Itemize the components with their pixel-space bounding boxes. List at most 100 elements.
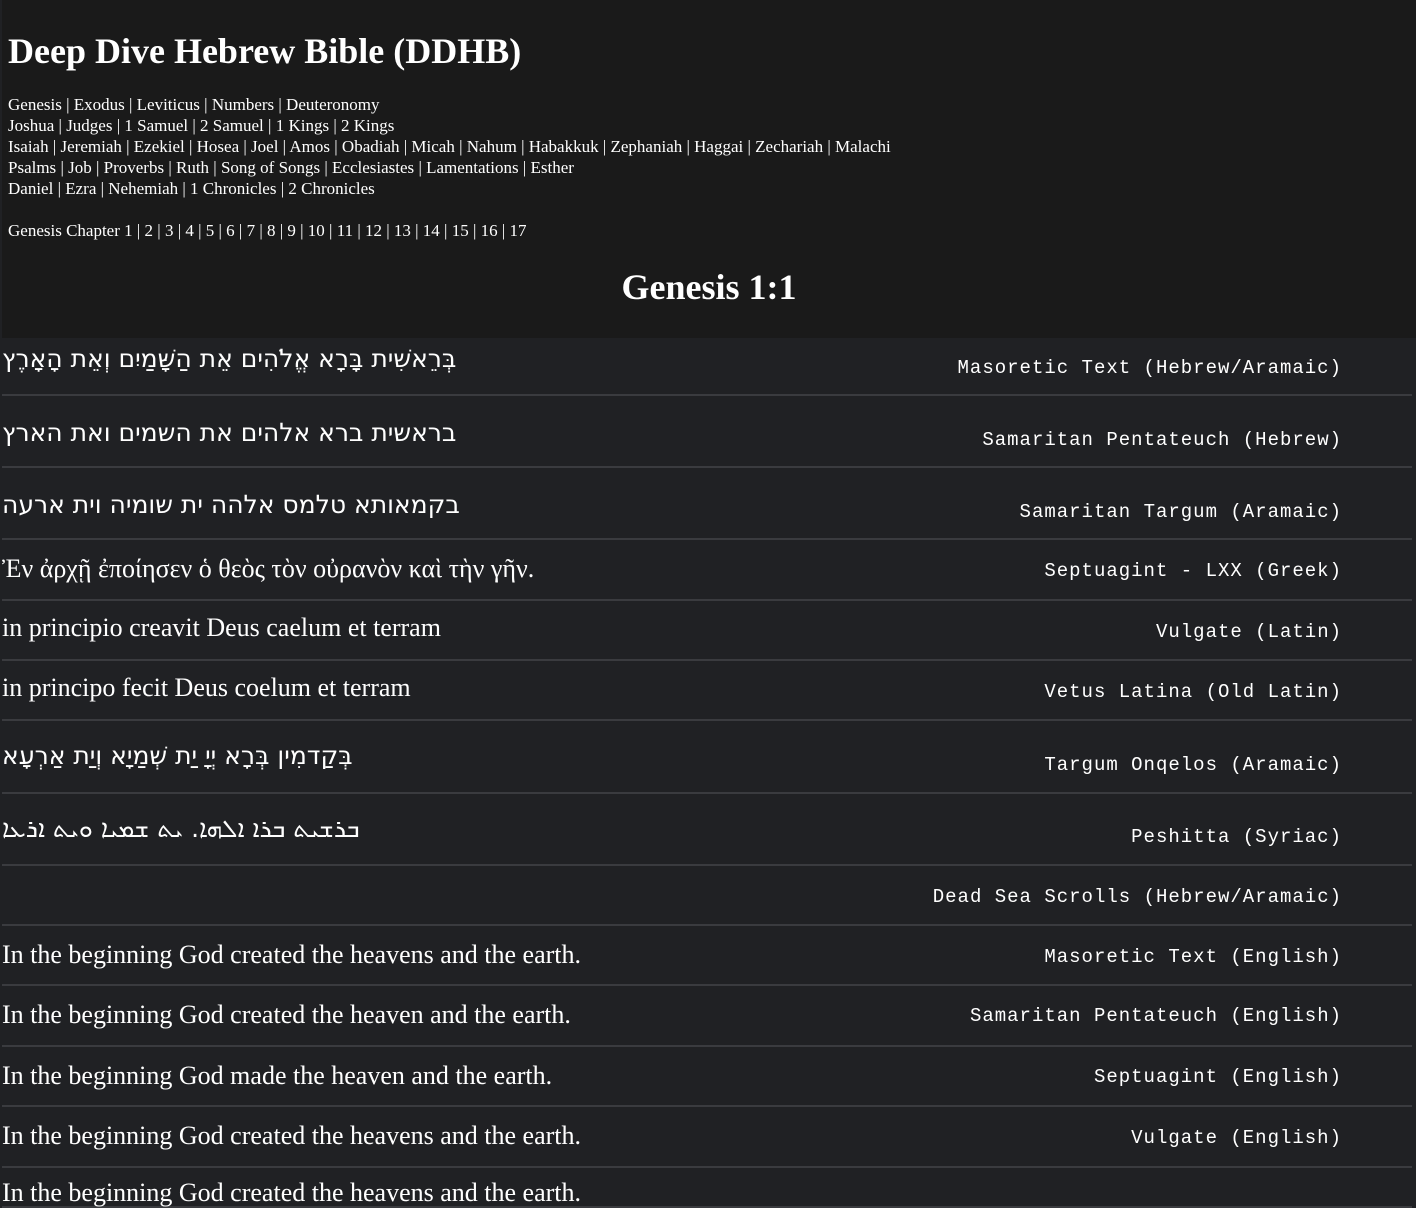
chapter-link-13[interactable]: 13	[394, 221, 411, 240]
version-label: Peshitta (Syriac)	[1131, 826, 1342, 848]
book-nav-line: Genesis | Exodus | Leviticus | Numbers |…	[8, 94, 891, 115]
book-link-1-kings[interactable]: 1 Kings	[276, 116, 329, 135]
nav-separator: |	[178, 179, 191, 198]
book-link-isaiah[interactable]: Isaiah	[8, 137, 49, 156]
book-link-job[interactable]: Job	[68, 158, 92, 177]
version-label: Dead Sea Scrolls (Hebrew/Aramaic)	[932, 886, 1342, 908]
chapter-link-6[interactable]: 6	[226, 221, 235, 240]
nav-separator: |	[295, 221, 308, 240]
book-link-2-chronicles[interactable]: 2 Chronicles	[288, 179, 374, 198]
chapter-link-16[interactable]: 16	[481, 221, 498, 240]
version-row: In the beginning God created the heavens…	[2, 1168, 1412, 1208]
book-link-song-of-songs[interactable]: Song of Songs	[221, 158, 320, 177]
book-link-1-samuel[interactable]: 1 Samuel	[124, 116, 188, 135]
chapter-link-10[interactable]: 10	[308, 221, 325, 240]
book-link-amos[interactable]: Amos	[289, 137, 330, 156]
verse-text: Ἐν ἀρχῇ ἐποίησεν ὁ θεὸς τὸν οὐρανὸν καὶ …	[2, 554, 535, 583]
book-link-deuteronomy[interactable]: Deuteronomy	[286, 95, 379, 114]
book-link-ecclesiastes[interactable]: Ecclesiastes	[332, 158, 414, 177]
nav-separator: |	[468, 221, 481, 240]
nav-separator: |	[324, 221, 337, 240]
nav-separator: |	[598, 137, 611, 156]
nav-separator: |	[414, 158, 427, 177]
book-link-jeremiah[interactable]: Jeremiah	[61, 137, 122, 156]
version-row: ܒܪܫܝܬ ܒܪܐ ܐܠܗܐ. ܝܬ ܫܡܝܐ ܘܝܬ ܐܪܥܐ Peshitta…	[2, 794, 1412, 866]
verse-text: In the beginning God made the heaven and…	[2, 1061, 553, 1090]
book-link-esther[interactable]: Esther	[531, 158, 574, 177]
nav-separator: |	[454, 137, 467, 156]
chapter-link-15[interactable]: 15	[452, 221, 469, 240]
book-link-micah[interactable]: Micah	[411, 137, 454, 156]
book-link-nehemiah[interactable]: Nehemiah	[108, 179, 178, 198]
book-link-exodus[interactable]: Exodus	[74, 95, 125, 114]
chapter-link-4[interactable]: 4	[185, 221, 194, 240]
book-link-obadiah[interactable]: Obadiah	[342, 137, 400, 156]
book-nav-line: Daniel | Ezra | Nehemiah | 1 Chronicles …	[8, 178, 891, 199]
chapter-nav-prefix: Genesis Chapter	[8, 221, 120, 240]
book-link-leviticus[interactable]: Leviticus	[137, 95, 200, 114]
book-link-zephaniah[interactable]: Zephaniah	[611, 137, 683, 156]
chapter-link-14[interactable]: 14	[423, 221, 440, 240]
book-link-2-kings[interactable]: 2 Kings	[341, 116, 394, 135]
book-link-2-samuel[interactable]: 2 Samuel	[200, 116, 264, 135]
nav-separator: |	[399, 137, 412, 156]
nav-separator: |	[184, 137, 197, 156]
version-row: In the beginning God created the heavens…	[2, 1107, 1412, 1168]
nav-separator: |	[96, 179, 109, 198]
book-link-numbers[interactable]: Numbers	[212, 95, 274, 114]
nav-separator: |	[48, 137, 61, 156]
version-row: בראשית ברא אלהים את השמים ואת הארץ Samari…	[2, 396, 1412, 468]
version-row: בְּרֵאשִׁית בָּרָא אֱלֹהִים אֵת הַשָּׁמַ…	[2, 338, 1412, 396]
verse-text: ܒܪܫܝܬ ܒܪܐ ܐܠܗܐ. ܝܬ ܫܡܝܐ ܘܝܬ ܐܪܥܐ	[2, 814, 360, 843]
book-link-hosea[interactable]: Hosea	[197, 137, 239, 156]
chapter-link-9[interactable]: 9	[287, 221, 296, 240]
book-nav-line: Psalms | Job | Proverbs | Ruth | Song of…	[8, 157, 891, 178]
book-link-judges[interactable]: Judges	[66, 116, 112, 135]
chapter-link-11[interactable]: 11	[337, 221, 353, 240]
nav-separator: |	[164, 158, 176, 177]
book-link-zechariah[interactable]: Zechariah	[755, 137, 823, 156]
book-link-ezra[interactable]: Ezra	[65, 179, 96, 198]
book-link-lamentations[interactable]: Lamentations	[426, 158, 519, 177]
book-link-ruth[interactable]: Ruth	[176, 158, 209, 177]
nav-separator: |	[410, 221, 423, 240]
book-link-malachi[interactable]: Malachi	[835, 137, 891, 156]
book-link-psalms[interactable]: Psalms	[8, 158, 56, 177]
version-row: in principo fecit Deus coelum et terram V…	[2, 661, 1412, 721]
chapter-link-12[interactable]: 12	[365, 221, 382, 240]
chapter-link-1[interactable]: 1	[124, 221, 133, 240]
nav-separator: |	[209, 158, 221, 177]
nav-separator: |	[234, 221, 247, 240]
book-link-habakkuk[interactable]: Habakkuk	[529, 137, 599, 156]
chapter-link-5[interactable]: 5	[206, 221, 215, 240]
chapter-link-17[interactable]: 17	[510, 221, 527, 240]
site-title: Deep Dive Hebrew Bible (DDHB)	[8, 31, 522, 71]
book-link-daniel[interactable]: Daniel	[8, 179, 53, 198]
book-link-genesis[interactable]: Genesis	[8, 95, 62, 114]
book-link-nahum[interactable]: Nahum	[467, 137, 517, 156]
version-label: Vulgate (Latin)	[1155, 621, 1342, 643]
book-link-1-chronicles[interactable]: 1 Chronicles	[190, 179, 276, 198]
verse-text: In the beginning God created the heavens…	[2, 1121, 581, 1150]
book-link-proverbs[interactable]: Proverbs	[104, 158, 164, 177]
nav-separator: |	[823, 137, 836, 156]
version-label: Targum Onqelos (Aramaic)	[1044, 754, 1342, 776]
nav-separator: |	[132, 221, 145, 240]
nav-separator: |	[439, 221, 452, 240]
book-nav-line: Isaiah | Jeremiah | Ezekiel | Hosea | Jo…	[8, 136, 891, 157]
version-row: Dead Sea Scrolls (Hebrew/Aramaic)	[2, 866, 1412, 926]
verse-text: In the beginning God created the heaven …	[2, 1000, 571, 1029]
verse-text: בקמאותא טלמס אלהה ית שומיה וית ארעה	[2, 490, 460, 519]
book-link-joshua[interactable]: Joshua	[8, 116, 54, 135]
nav-separator: |	[518, 158, 531, 177]
chapter-link-7[interactable]: 7	[247, 221, 256, 240]
book-link-joel[interactable]: Joel	[251, 137, 278, 156]
chapter-link-2[interactable]: 2	[145, 221, 154, 240]
book-link-haggai[interactable]: Haggai	[694, 137, 743, 156]
book-link-ezekiel[interactable]: Ezekiel	[134, 137, 185, 156]
version-row: In the beginning God created the heaven …	[2, 986, 1412, 1047]
nav-separator: |	[381, 221, 394, 240]
nav-separator: |	[497, 221, 510, 240]
version-row: בְּקַדמִין בְּרָא יְיָ יַת שְׁמַיָא וְיַ…	[2, 721, 1412, 794]
nav-separator: |	[91, 158, 104, 177]
